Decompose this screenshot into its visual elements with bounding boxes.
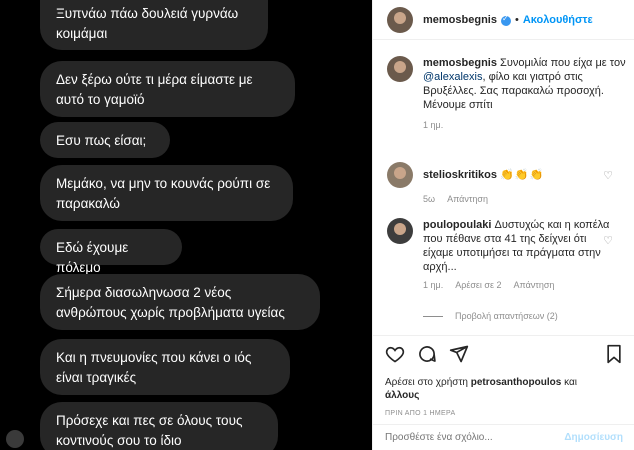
view-replies-button[interactable]: Προβολή απαντήσεων (2) xyxy=(423,311,558,321)
chat-message: Ξυπνάω πάω δουλειά γυρνάω κοιμάμαι xyxy=(40,0,268,50)
sender-avatar xyxy=(6,430,24,448)
comment: ♡ poulopoulaki Δυστυχώς και η κοπέλα που… xyxy=(387,218,627,290)
chat-message: Και η πνευμονίες που κάνει ο ιός είναι τ… xyxy=(40,339,290,395)
reply-button[interactable]: Απάντηση xyxy=(514,280,555,290)
post-header: memosbegnis • Ακολουθήστε xyxy=(373,0,634,40)
follow-button[interactable]: Ακολουθήστε xyxy=(523,14,593,26)
chat-message: Πρόσεχε και πες σε όλους τους κοντινούς … xyxy=(40,402,278,450)
reply-button[interactable]: Απάντηση xyxy=(447,194,488,204)
post-comment-button[interactable]: Δημοσίευση xyxy=(564,432,623,443)
chat-message: Μεμάκο, να μην το κουνάς ρούπι σε παρακα… xyxy=(40,165,293,221)
likes-summary: Αρέσει στο χρήστη petrosanthopoulos και … xyxy=(385,376,623,402)
comment-bubble-icon[interactable] xyxy=(417,344,437,369)
verified-badge-icon xyxy=(500,14,511,26)
likes-and: και xyxy=(561,377,577,388)
comment: ♡ stelioskritikos 👏👏👏 5ω Απάντηση xyxy=(387,162,627,204)
separator-dot: • xyxy=(514,13,519,26)
comment-meta: 5ω Απάντηση xyxy=(423,194,627,204)
chat-message: Σήμερα διασωληνωσα 2 νέος ανθρώπους χωρί… xyxy=(40,274,320,330)
post-details: memosbegnis • Ακολουθήστε memosbegnis Συ… xyxy=(372,0,634,450)
like-comment-heart-icon[interactable]: ♡ xyxy=(603,234,613,247)
bookmark-icon[interactable] xyxy=(605,344,623,369)
commenter-username[interactable]: poulopoulaki xyxy=(423,219,491,231)
author-username[interactable]: memosbegnis xyxy=(423,14,497,26)
caption-username[interactable]: memosbegnis xyxy=(423,57,497,69)
replies-divider xyxy=(423,315,443,317)
like-heart-icon[interactable] xyxy=(385,344,405,369)
author-avatar[interactable] xyxy=(387,56,413,82)
post-date[interactable]: ΠΡΙΝ ΑΠΟ 1 ΗΜΕΡΑ xyxy=(385,410,623,417)
chat-message: Εσυ πως είσαι; xyxy=(40,122,170,158)
like-comment-heart-icon[interactable]: ♡ xyxy=(603,169,613,182)
likes-prefix: Αρέσει στο χρήστη xyxy=(385,377,471,388)
likes-others[interactable]: άλλους xyxy=(385,390,419,401)
mention-link[interactable]: @alexalexis xyxy=(423,71,482,83)
post-caption: memosbegnis Συνομιλία που είχα με τον @a… xyxy=(387,56,627,130)
post-actions: Αρέσει στο χρήστη petrosanthopoulos και … xyxy=(373,335,634,417)
comment-text: 👏👏👏 xyxy=(500,169,545,181)
comment-meta: 1 ημ. Αρέσει σε 2 Απάντηση xyxy=(423,280,627,290)
chat-message: Δεν ξέρω ούτε τι μέρα είμαστε με αυτό το… xyxy=(40,61,295,117)
add-comment-bar: Δημοσίευση xyxy=(373,424,634,450)
commenter-username[interactable]: stelioskritikos xyxy=(423,169,497,181)
post-image: Ξυπνάω πάω δουλειά γυρνάω κοιμάμαι Δεν ξ… xyxy=(0,0,372,450)
caption-text: Συνομιλία που είχα με τον xyxy=(496,57,626,69)
likes-user[interactable]: petrosanthopoulos xyxy=(471,377,562,388)
view-replies-label: Προβολή απαντήσεων (2) xyxy=(455,311,558,321)
caption-time[interactable]: 1 ημ. xyxy=(423,120,627,130)
comment-time[interactable]: 5ω xyxy=(423,194,435,204)
share-send-icon[interactable] xyxy=(449,344,469,369)
commenter-avatar[interactable] xyxy=(387,162,413,188)
comment-input[interactable] xyxy=(385,432,565,443)
comment-time[interactable]: 1 ημ. xyxy=(423,280,443,290)
chat-message: Εδώ έχουμε πόλεμο xyxy=(40,229,182,275)
comment-likes[interactable]: Αρέσει σε 2 xyxy=(455,280,501,290)
commenter-avatar[interactable] xyxy=(387,218,413,244)
author-avatar[interactable] xyxy=(387,6,413,33)
